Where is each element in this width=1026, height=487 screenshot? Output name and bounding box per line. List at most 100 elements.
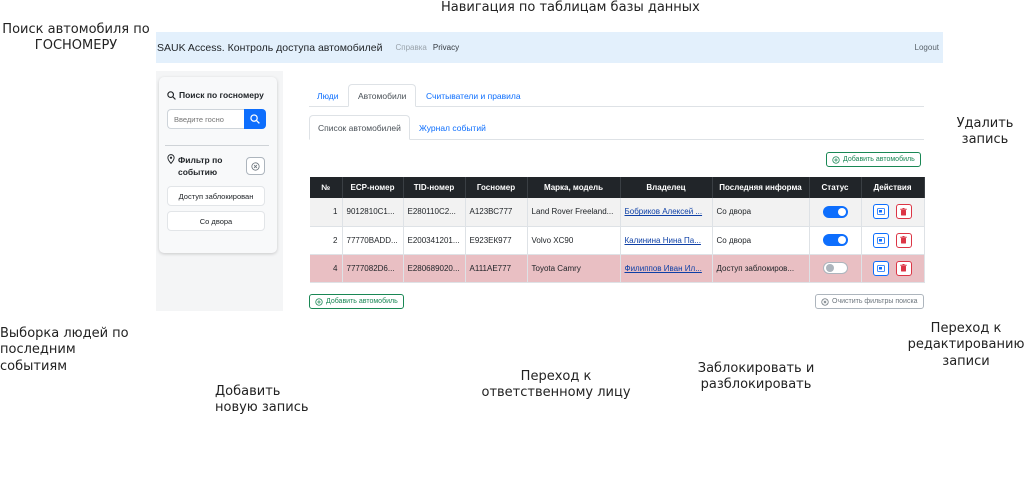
- toggle-knob: [837, 236, 846, 244]
- annotation-search-line1: Поиск автомобиля по: [2, 22, 150, 37]
- annotation-search-line2: ГОСНОМЕРУ: [34, 38, 118, 54]
- column-header-model[interactable]: Марка, модель: [527, 177, 621, 198]
- cell-tid: E200341201...: [403, 226, 466, 255]
- cell-tid: E280110C2...: [403, 198, 466, 227]
- sub-tabs: Список автомобилей Журнал событий: [309, 115, 924, 140]
- edit-icon: [877, 264, 886, 272]
- cell-tid: E280689020...: [403, 254, 466, 283]
- cell-model: Volvo XC90: [527, 226, 621, 255]
- owner-link[interactable]: Бобриков Алексей ...: [625, 207, 703, 216]
- edit-button[interactable]: [873, 232, 890, 248]
- logout-link[interactable]: Logout: [915, 43, 939, 52]
- delete-button[interactable]: [895, 232, 912, 248]
- column-header-tid[interactable]: TID-номер: [403, 177, 466, 198]
- annotation-owner: Переход к ответственному лицу: [480, 369, 632, 402]
- search-icon: [167, 90, 176, 100]
- annotation-block-line1: Заблокировать и: [697, 361, 815, 376]
- cars-table: № ЕСР-номер TID-номер Госномер Марка, мо…: [310, 177, 925, 283]
- annotation-filter-line3: событиям: [0, 358, 68, 374]
- annotation-block: Заблокировать и разблокировать: [695, 361, 817, 394]
- column-header-last-info[interactable]: Последняя информа: [712, 177, 810, 198]
- plate-search-group: [167, 109, 266, 129]
- cell-actions: [861, 254, 925, 283]
- column-header-plate[interactable]: Госномер: [465, 177, 528, 198]
- annotation-owner-line2: ответственному лицу: [481, 385, 631, 401]
- sidebar-card: Поиск по госномеру Фильтр по событию Дос…: [159, 77, 277, 253]
- clear-filter-icon: [251, 161, 260, 171]
- column-header-ecp[interactable]: ЕСР-номер: [342, 177, 404, 198]
- filter-heading-line2: событию: [178, 167, 218, 177]
- cell-status: [809, 198, 862, 227]
- cell-last-info: Доступ заблокиров...: [712, 254, 810, 283]
- column-header-status[interactable]: Статус: [809, 177, 862, 198]
- annotation-navigation: Навигация по таблицам базы данных: [441, 0, 700, 15]
- search-icon: [250, 114, 260, 124]
- cell-model: Toyota Camry: [527, 254, 621, 283]
- annotation-add: Добавить новую запись: [215, 384, 309, 417]
- cell-plate: А111АЕ777: [465, 254, 528, 283]
- trash-icon: [900, 264, 907, 272]
- owner-link[interactable]: Калинина Нина Па...: [625, 236, 701, 245]
- annotation-edit-line1: Переход к: [930, 321, 1002, 336]
- top-navbar: SAUK Access. Контроль доступа автомобиле…: [156, 32, 943, 63]
- cell-actions: [861, 198, 925, 227]
- table-row-blocked: 4 7777082D6... E280689020... А111АЕ777 T…: [310, 254, 925, 283]
- column-header-number[interactable]: №: [310, 177, 343, 198]
- app-brand[interactable]: SAUK Access. Контроль доступа автомобиле…: [157, 42, 382, 54]
- annotation-search: Поиск автомобиля по ГОСНОМЕРУ: [0, 22, 152, 55]
- filter-heading: Фильтр по событию: [167, 154, 237, 178]
- cell-number: 4: [310, 254, 343, 283]
- cell-owner: Бобриков Алексей ...: [620, 198, 713, 227]
- plate-search-button[interactable]: [244, 109, 266, 129]
- edit-button[interactable]: [873, 260, 890, 276]
- owner-link[interactable]: Филиппов Иван Ил...: [625, 264, 702, 273]
- edit-button[interactable]: [873, 204, 890, 220]
- plus-circle-icon: [832, 155, 840, 164]
- delete-button[interactable]: [895, 260, 912, 276]
- nav-link-help[interactable]: Справка: [395, 43, 426, 52]
- tab-car-list[interactable]: Список автомобилей: [309, 115, 410, 140]
- column-header-owner[interactable]: Владелец: [620, 177, 713, 198]
- plate-search-input[interactable]: [167, 109, 244, 129]
- tab-event-log[interactable]: Журнал событий: [419, 115, 486, 140]
- add-car-button-bottom[interactable]: Добавить автомобиль: [309, 294, 404, 309]
- cell-last-info: Со двора: [712, 226, 810, 255]
- annotation-add-line2: новую запись: [215, 400, 309, 416]
- cell-status: [809, 254, 862, 283]
- clear-search-filters-button[interactable]: Очистить фильтры поиска: [815, 294, 924, 309]
- annotation-add-line1: Добавить: [215, 384, 281, 399]
- plus-circle-icon: [315, 297, 323, 306]
- filter-heading-line1: Фильтр по: [178, 155, 223, 165]
- cell-ecp: 9012810C1...: [342, 198, 404, 227]
- annotation-owner-line1: Переход к: [520, 369, 592, 384]
- search-heading-label: Поиск по госномеру: [179, 90, 264, 100]
- cell-number: 2: [310, 226, 343, 255]
- cell-owner: Филиппов Иван Ил...: [620, 254, 713, 283]
- status-toggle[interactable]: [822, 234, 848, 246]
- sidebar-divider: [165, 145, 269, 146]
- clear-filter-button[interactable]: [246, 157, 265, 175]
- tab-cars[interactable]: Автомобили: [348, 84, 417, 107]
- filter-access-blocked-button[interactable]: Доступ заблокирован: [167, 186, 265, 206]
- trash-icon: [900, 236, 907, 244]
- annotation-delete-line1: Удалить: [956, 116, 1014, 131]
- search-heading: Поиск по госномеру: [167, 90, 264, 100]
- annotation-edit-line3: записи: [942, 353, 990, 369]
- status-toggle[interactable]: [822, 262, 848, 274]
- geo-pin-icon: [167, 154, 175, 164]
- add-car-button-top[interactable]: Добавить автомобиль: [826, 152, 921, 167]
- annotation-filter: Выборка людей по последним событиям: [0, 326, 150, 375]
- nav-link-privacy[interactable]: Privacy: [433, 43, 459, 52]
- filter-heading-label: Фильтр по событию: [178, 154, 222, 178]
- cell-actions: [861, 226, 925, 255]
- status-toggle[interactable]: [822, 205, 848, 218]
- tab-people[interactable]: Люди: [317, 84, 338, 107]
- annotation-edit-line2: редактированию: [907, 337, 1025, 353]
- filter-exit-yard-button[interactable]: Со двора: [167, 211, 265, 231]
- tab-readers-rules[interactable]: Считыватели и правила: [426, 84, 521, 107]
- cell-ecp: 77770BADD...: [342, 226, 404, 255]
- annotation-filter-line1: Выборка людей по: [0, 326, 129, 341]
- cell-ecp: 7777082D6...: [342, 254, 404, 283]
- table-header-row: № ЕСР-номер TID-номер Госномер Марка, мо…: [310, 177, 925, 198]
- delete-button[interactable]: [895, 204, 912, 220]
